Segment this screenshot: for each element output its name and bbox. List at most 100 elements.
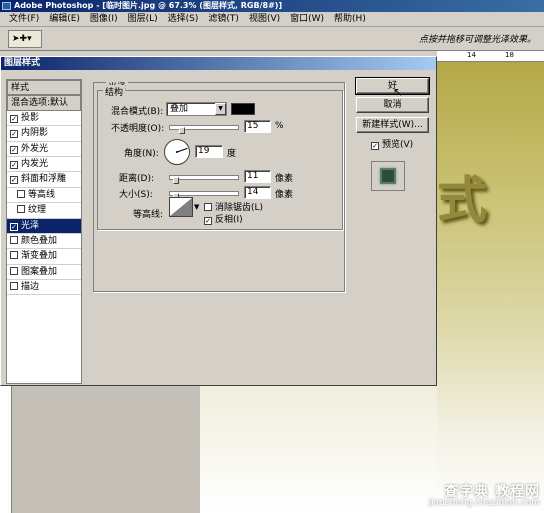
distance-slider-thumb[interactable] bbox=[173, 177, 179, 184]
cancel-button[interactable]: 取消 bbox=[356, 97, 429, 113]
blend-mode-value: 叠加 bbox=[170, 104, 189, 114]
contour-dropdown-icon[interactable]: ▼ bbox=[194, 203, 199, 211]
checkbox-icon[interactable] bbox=[10, 235, 18, 244]
opacity-unit: % bbox=[275, 121, 284, 131]
checkbox-icon[interactable] bbox=[10, 251, 18, 260]
layer-style-dialog: 图层样式 样式 混合选项:默认 ✓ 投影 ✓ 内阴影 ✓ 外发光 ✓ 内发光 ✓ 斜面和浮雕 等高线… bbox=[0, 56, 437, 386]
style-list-item-label: 渐变叠加 bbox=[21, 251, 58, 262]
checkbox-icon[interactable]: ✓ bbox=[10, 145, 18, 154]
preview-checkbox[interactable]: ✓ 预览(V) bbox=[371, 137, 413, 150]
style-list-item-label: 内阴影 bbox=[21, 128, 49, 139]
opacity-slider[interactable] bbox=[169, 125, 239, 134]
mouse-cursor-icon: ↖ bbox=[393, 85, 404, 99]
watermark-url: jiaocheng.chazidian.com bbox=[428, 498, 540, 508]
menu-view[interactable]: 视图(V) bbox=[244, 12, 285, 26]
style-list-item[interactable]: ✓ 内阴影 bbox=[7, 126, 81, 142]
style-list-item-label: 等高线 bbox=[28, 189, 56, 200]
chevron-down-icon: ▼ bbox=[215, 103, 226, 115]
menu-window[interactable]: 窗口(W) bbox=[285, 12, 329, 26]
distance-unit: 像素 bbox=[275, 174, 294, 184]
vertical-ruler bbox=[0, 386, 12, 513]
checkbox-icon[interactable]: ✓ bbox=[10, 176, 18, 185]
size-label: 大小(S): bbox=[119, 190, 153, 200]
menu-bar: 文件(F) 编辑(E) 图像(I) 图层(L) 选择(S) 滤镜(T) 视图(V… bbox=[0, 12, 544, 27]
style-list-item-label: 投影 bbox=[21, 112, 40, 123]
options-bar: ➤✚▾ 点按并拖移可调整光泽效果。 bbox=[0, 27, 544, 51]
menu-layer[interactable]: 图层(L) bbox=[123, 12, 163, 26]
preview-check-icon: ✓ bbox=[371, 142, 379, 150]
style-list-header[interactable]: 样式 bbox=[7, 80, 81, 96]
structure-label: 结构 bbox=[103, 85, 126, 98]
distance-slider[interactable] bbox=[169, 175, 239, 184]
checkbox-icon[interactable]: ✓ bbox=[10, 130, 18, 139]
opacity-input[interactable]: 15 bbox=[244, 120, 271, 133]
menu-edit[interactable]: 编辑(E) bbox=[44, 12, 85, 26]
style-list-item[interactable]: ✓ 斜面和浮雕 bbox=[7, 172, 81, 188]
style-list-item-label: 颜色叠加 bbox=[21, 235, 58, 246]
style-list-item[interactable]: ✓ 外发光 bbox=[7, 141, 81, 157]
angle-dial[interactable] bbox=[164, 139, 190, 165]
checkbox-icon[interactable]: ✓ bbox=[10, 160, 18, 169]
new-style-button[interactable]: 新建样式(W)... bbox=[356, 117, 429, 133]
document-text: 式 bbox=[437, 170, 487, 229]
style-list-item[interactable]: 等高线 bbox=[7, 187, 81, 204]
style-list-item[interactable]: 图案叠加 bbox=[7, 264, 81, 281]
style-list-item[interactable]: 渐变叠加 bbox=[7, 249, 81, 265]
style-list-item[interactable]: 纹理 bbox=[7, 203, 81, 219]
dialog-title: 图层样式 bbox=[1, 57, 436, 70]
style-list-item[interactable]: ✓ 投影 bbox=[7, 110, 81, 127]
app-title-bar: Adobe Photoshop - [临时图片.jpg @ 67.3% (图层样… bbox=[0, 0, 544, 12]
document-canvas-lower[interactable] bbox=[200, 386, 437, 513]
contour-curve-icon bbox=[170, 198, 192, 216]
style-list-item[interactable]: ✓ 内发光 bbox=[7, 156, 81, 173]
angle-unit: 度 bbox=[227, 149, 237, 159]
style-list-item-label: 斜面和浮雕 bbox=[21, 174, 67, 185]
checkbox-icon[interactable]: ✓ bbox=[10, 222, 18, 231]
checkbox-icon[interactable] bbox=[10, 266, 18, 275]
contour-label: 等高线: bbox=[133, 210, 164, 220]
preview-label: 预览(V) bbox=[382, 140, 414, 150]
checkbox-icon[interactable] bbox=[10, 282, 18, 291]
menu-file[interactable]: 文件(F) bbox=[4, 12, 44, 26]
contour-picker[interactable] bbox=[169, 197, 193, 217]
style-list-item-label: 光泽 bbox=[21, 220, 40, 231]
menu-filter[interactable]: 滤镜(T) bbox=[203, 12, 244, 26]
blending-options-item[interactable]: 混合选项:默认 bbox=[7, 95, 81, 111]
style-list-item[interactable]: ✓ 光泽 bbox=[7, 218, 81, 234]
tool-preset-picker[interactable]: ➤✚▾ bbox=[8, 30, 42, 48]
ruler-tick-label: 14 bbox=[467, 51, 476, 59]
checkbox-icon[interactable] bbox=[17, 189, 25, 198]
blend-mode-label: 混合模式(B): bbox=[111, 107, 164, 117]
angle-input[interactable]: 19 bbox=[195, 145, 223, 158]
distance-input[interactable]: 11 bbox=[244, 170, 271, 183]
photoshop-icon bbox=[2, 2, 11, 10]
checkbox-icon[interactable]: ✓ bbox=[10, 114, 18, 123]
invert-checkbox[interactable]: ✓ 反相(I) bbox=[204, 212, 243, 225]
watermark-title: 查字典 教程网 bbox=[444, 484, 540, 500]
style-preview-thumbnail bbox=[371, 161, 405, 191]
checkbox-icon[interactable] bbox=[17, 205, 25, 214]
style-list-item-label: 外发光 bbox=[21, 143, 49, 154]
style-list-item-label: 纹理 bbox=[28, 205, 47, 216]
move-tool-icon: ➤✚▾ bbox=[12, 34, 32, 44]
workspace-background bbox=[0, 386, 200, 513]
document-canvas[interactable] bbox=[437, 62, 544, 513]
menu-help[interactable]: 帮助(H) bbox=[329, 12, 371, 26]
blend-mode-select[interactable]: 叠加 ▼ bbox=[166, 102, 227, 116]
opacity-label: 不透明度(O): bbox=[111, 124, 165, 134]
horizontal-ruler: 14 18 bbox=[437, 51, 544, 62]
size-unit: 像素 bbox=[275, 190, 294, 200]
menu-select[interactable]: 选择(S) bbox=[163, 12, 204, 26]
app-title: Adobe Photoshop - [临时图片.jpg @ 67.3% (图层样… bbox=[14, 1, 283, 10]
satin-color-swatch[interactable] bbox=[231, 103, 255, 115]
size-input[interactable]: 14 bbox=[244, 186, 271, 199]
style-list-item[interactable]: 描边 bbox=[7, 280, 81, 296]
size-slider[interactable] bbox=[169, 191, 239, 200]
style-list-item[interactable]: 颜色叠加 bbox=[7, 233, 81, 250]
antialias-check-icon bbox=[204, 203, 212, 211]
menu-image[interactable]: 图像(I) bbox=[85, 12, 123, 26]
watermark: 查字典 教程网 jiaocheng.chazidian.com bbox=[428, 484, 540, 509]
options-hint: 点按并拖移可调整光泽效果。 bbox=[418, 35, 536, 45]
satin-panel: 光泽 结构 混合模式(B): 叠加 ▼ 不透明度(O): 15 % 角度(N):… bbox=[89, 79, 348, 379]
opacity-slider-thumb[interactable] bbox=[179, 127, 185, 134]
